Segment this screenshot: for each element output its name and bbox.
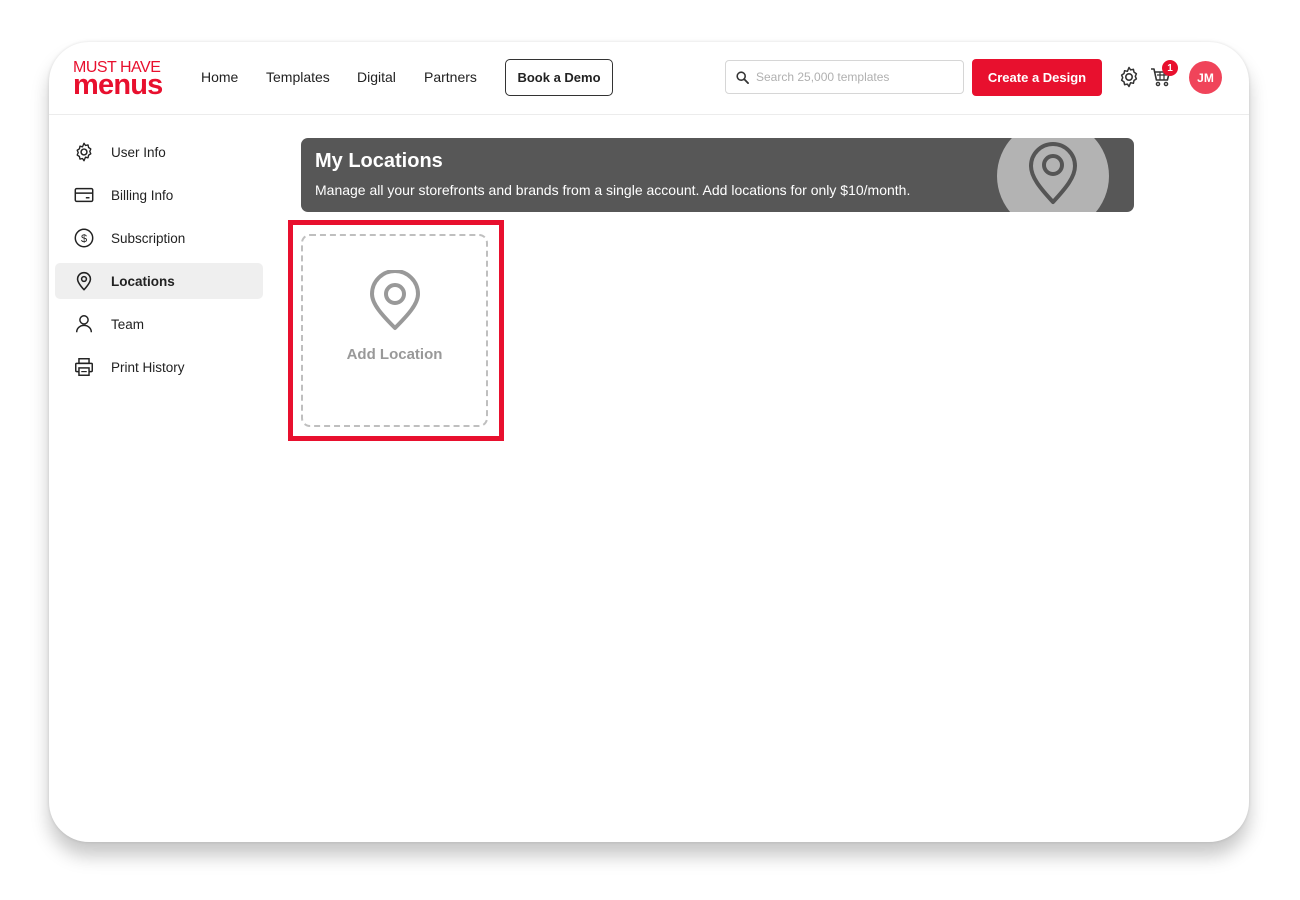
app-window: MUST HAVE menus Home Templates Digital P… (49, 42, 1249, 842)
sidebar-item-label: Team (111, 316, 145, 332)
location-pin-icon (1029, 142, 1077, 204)
page-title: My Locations (315, 150, 443, 172)
sidebar-item-subscription[interactable]: $ Subscription (55, 220, 263, 256)
svg-text:$: $ (81, 233, 87, 245)
nav-partners[interactable]: Partners (424, 69, 477, 85)
search-input[interactable] (756, 70, 946, 84)
logo-bottom-text: menus (73, 69, 163, 101)
location-pin-icon (73, 270, 95, 292)
location-pin-icon (369, 270, 420, 330)
add-location-card[interactable]: Add Location (301, 234, 488, 427)
logo[interactable]: MUST HAVE menus (73, 60, 173, 101)
account-sidebar: User Info Billing Info $ Subscription Lo… (55, 134, 263, 392)
dollar-icon: $ (73, 227, 95, 249)
sidebar-item-label: Subscription (111, 230, 186, 246)
search-icon (736, 70, 749, 84)
page-subtitle: Manage all your storefronts and brands f… (315, 182, 911, 198)
person-icon (73, 313, 95, 335)
user-avatar[interactable]: JM (1189, 61, 1222, 94)
sidebar-item-team[interactable]: Team (55, 306, 263, 342)
gear-icon (73, 141, 95, 163)
sidebar-item-print-history[interactable]: Print History (55, 349, 263, 385)
printer-icon (73, 356, 95, 378)
sidebar-item-label: Locations (111, 273, 175, 289)
sidebar-item-label: User Info (111, 144, 166, 160)
sidebar-item-user-info[interactable]: User Info (55, 134, 263, 170)
sidebar-item-locations[interactable]: Locations (55, 263, 263, 299)
cart-count-badge: 1 (1162, 60, 1178, 76)
search-box[interactable] (725, 60, 964, 94)
nav-digital[interactable]: Digital (357, 69, 396, 85)
add-location-label: Add Location (346, 346, 443, 363)
sidebar-item-billing-info[interactable]: Billing Info (55, 177, 263, 213)
settings-gear-icon[interactable] (1117, 65, 1141, 89)
locations-banner: My Locations Manage all your storefronts… (301, 138, 1134, 212)
top-header: MUST HAVE menus Home Templates Digital P… (49, 42, 1249, 115)
create-design-button[interactable]: Create a Design (972, 59, 1102, 96)
nav-templates[interactable]: Templates (266, 69, 330, 85)
sidebar-item-label: Billing Info (111, 187, 174, 203)
nav-home[interactable]: Home (201, 69, 238, 85)
card-icon (73, 184, 95, 206)
sidebar-item-label: Print History (111, 359, 185, 375)
book-demo-button[interactable]: Book a Demo (505, 59, 613, 96)
